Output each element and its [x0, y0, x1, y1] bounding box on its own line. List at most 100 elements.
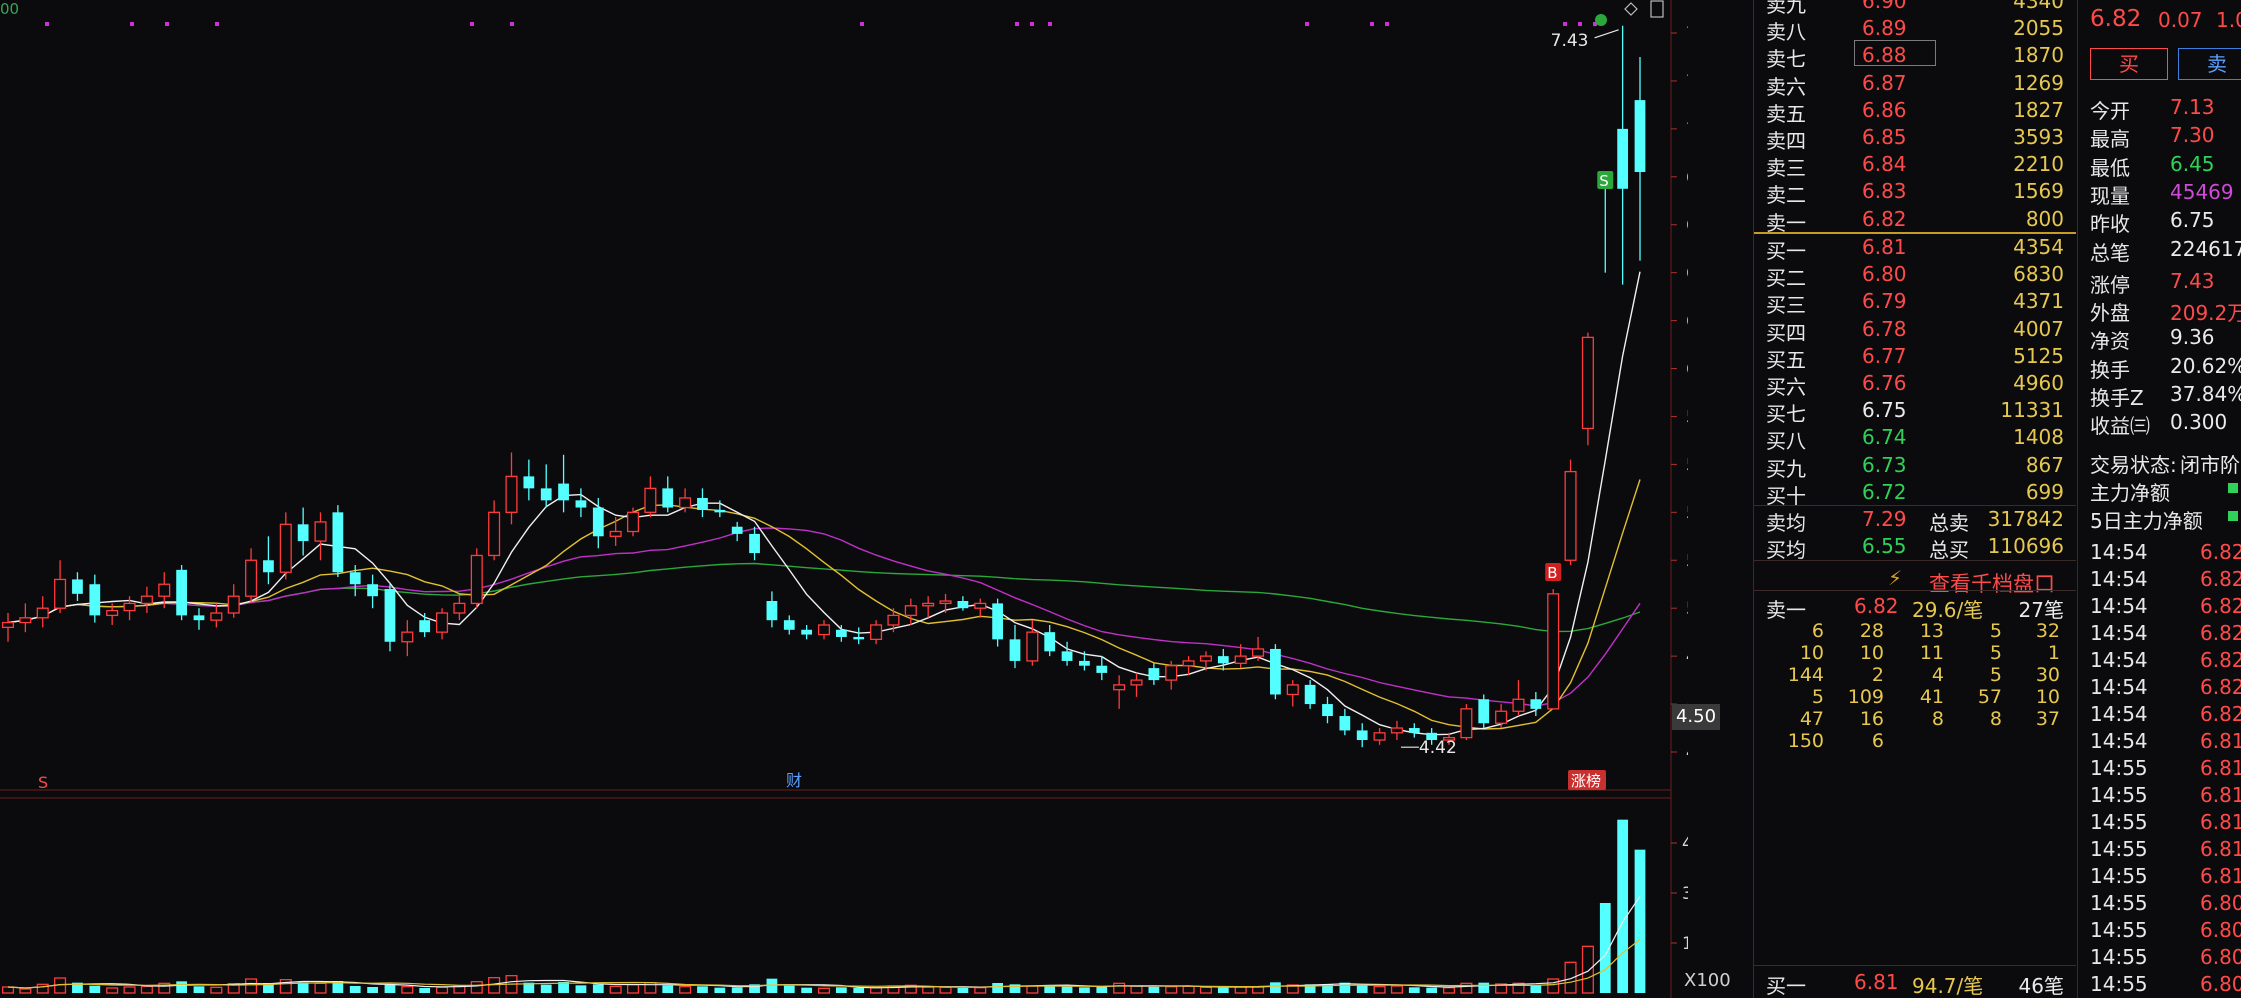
queue-cell: 2: [1871, 664, 1884, 686]
candle-body: [870, 624, 883, 641]
ask-level-row[interactable]: 卖一 6.82 800: [1754, 205, 2076, 235]
candle-body: [1165, 665, 1178, 681]
price-tick-label: 5.00: [1686, 599, 1688, 619]
price-tick-label: 7.40: [1686, 24, 1688, 44]
event-dot: [165, 22, 169, 26]
candle-body: [384, 589, 396, 642]
queue-cell: 5: [1989, 664, 2002, 686]
queue-cell: 10: [2035, 686, 2060, 708]
volume-bar: [783, 985, 795, 993]
bid-level-price: 6.76: [1862, 371, 1907, 395]
candle-body: [609, 530, 622, 537]
event-dot: [215, 22, 219, 26]
stat-label: 换手: [2090, 357, 2130, 382]
volume-bar: [697, 986, 708, 993]
ask-level-row[interactable]: 卖六 6.87 1269: [1754, 69, 2076, 99]
candle-body: [1026, 631, 1039, 662]
ask-level-price: 6.83: [1862, 179, 1907, 204]
candle-body: [1408, 728, 1420, 733]
tick-row: 14:55 6.81: [2090, 837, 2241, 864]
bid-level-row[interactable]: 买三 6.79 4371: [1754, 287, 2076, 317]
candle-body: [106, 609, 119, 617]
price-tick-label: 6.00: [1686, 360, 1688, 380]
volume-bar: [1199, 986, 1212, 994]
event-dot: [130, 22, 134, 26]
candle-body: [263, 560, 274, 573]
price-tick-label: 5.80: [1686, 407, 1688, 427]
ask-level-row[interactable]: 卖四 6.85 3593: [1754, 123, 2076, 153]
bid-level-row[interactable]: 买九 6.73 867: [1754, 451, 2076, 481]
candle-body: [766, 601, 778, 621]
kline-svg[interactable]: 7.40 7.20 7.00 6.80 6.60 6.40 6.20 6.00 5.80 5.60…: [0, 0, 1688, 998]
candle-body: [592, 507, 604, 537]
tick-time: 14:55: [2090, 864, 2148, 888]
limit-up-icon: [1595, 14, 1607, 26]
tick-price: 6.80: [2200, 945, 2241, 969]
kline-chart[interactable]: 00 7.407.207.006.806.606.406.206.005.805…: [0, 0, 1731, 998]
candle-body: [1373, 732, 1386, 741]
ask-level-row[interactable]: 卖二 6.83 1569: [1754, 177, 2076, 207]
tick-price: 6.80: [2200, 891, 2241, 915]
queue-cell: 16: [1859, 708, 1884, 730]
bid-level-row[interactable]: 买四 6.78 4007: [1754, 315, 2076, 345]
ask-level-row[interactable]: 卖八 6.89 2055: [1754, 14, 2076, 44]
bid-level-row[interactable]: 买六 6.76 4960: [1754, 369, 2076, 399]
candle-body: [227, 595, 240, 614]
tick-row: 14:55 6.81: [2090, 810, 2241, 837]
tick-time: 14:55: [2090, 837, 2148, 861]
ask-level-row[interactable]: 卖三 6.84 2210: [1754, 150, 2076, 180]
volume-bar: [1026, 985, 1039, 994]
queue-cell: 6: [1871, 730, 1884, 752]
bid-level-row[interactable]: 买十 6.72 699: [1754, 478, 2076, 508]
bid-level-row[interactable]: 买八 6.74 1408: [1754, 423, 2076, 453]
bid-level-row[interactable]: 买一 6.81 4354: [1754, 233, 2076, 263]
stat-row: 最低 6.45: [2090, 152, 2241, 180]
candle-body: [974, 602, 987, 609]
volume-bar: [853, 988, 865, 993]
tick-price: 6.81: [2200, 864, 2241, 888]
volume-bar: [176, 981, 187, 993]
candle-body: [1617, 128, 1629, 189]
bid-level-price: 6.77: [1862, 343, 1907, 368]
candle-body: [1356, 730, 1368, 741]
volume-bar: [1442, 987, 1456, 994]
tick-price: 6.80: [2200, 972, 2241, 996]
price-tick-label: 5.40: [1686, 503, 1688, 523]
volume-bar: [939, 986, 952, 994]
tick-row: 14:55 6.80: [2090, 945, 2241, 972]
candle-body: [470, 554, 483, 605]
volume-bar: [1270, 982, 1281, 993]
bid-level-volume: 5125: [2013, 343, 2064, 368]
ask-level-row[interactable]: 卖九 6.90 4340: [1754, 0, 2076, 17]
bid-level-row[interactable]: 买五 6.77 5125: [1754, 342, 2076, 372]
buy1-summary-row: 买一 6.81 94.7/笔 46笔: [1766, 970, 2064, 998]
candle-body: [992, 603, 1003, 640]
candle-body: [731, 526, 743, 534]
price-tick-label: 4.40: [1686, 743, 1688, 763]
volume-bar: [106, 987, 119, 994]
bid-level-volume: 11331: [2000, 398, 2064, 423]
tick-price: 6.81: [2200, 756, 2241, 780]
tick-time: 14:55: [2090, 918, 2148, 942]
ask-level-price: 6.84: [1862, 152, 1907, 177]
queue-cell: 5: [1989, 642, 2002, 664]
candle-body: [176, 569, 187, 616]
sell-button[interactable]: 卖: [2178, 48, 2241, 80]
stat-label: 5日主力净额: [2090, 509, 2203, 534]
separator: [1754, 560, 2076, 561]
bid-level-row[interactable]: 买二 6.80 6830: [1754, 260, 2076, 290]
tick-time: 14:54: [2090, 594, 2148, 618]
volume-bar: [835, 987, 847, 993]
stat-label: 涨停: [2090, 272, 2130, 297]
volume-bar: [922, 986, 935, 994]
volume-bar: [1182, 985, 1195, 994]
ask-level-volume: 4340: [2013, 0, 2064, 13]
queue-row: 47 16 8 8 37: [1754, 708, 2076, 732]
ask-level-row[interactable]: 卖五 6.86 1827: [1754, 96, 2076, 126]
buy-button[interactable]: 买: [2090, 48, 2168, 80]
tick-time: 14:54: [2090, 702, 2148, 726]
candle-body: [1113, 684, 1126, 691]
bid-level-row[interactable]: 买七 6.75 11331: [1754, 396, 2076, 426]
stat-label: 最高: [2090, 127, 2130, 152]
candle-body: [644, 487, 657, 513]
